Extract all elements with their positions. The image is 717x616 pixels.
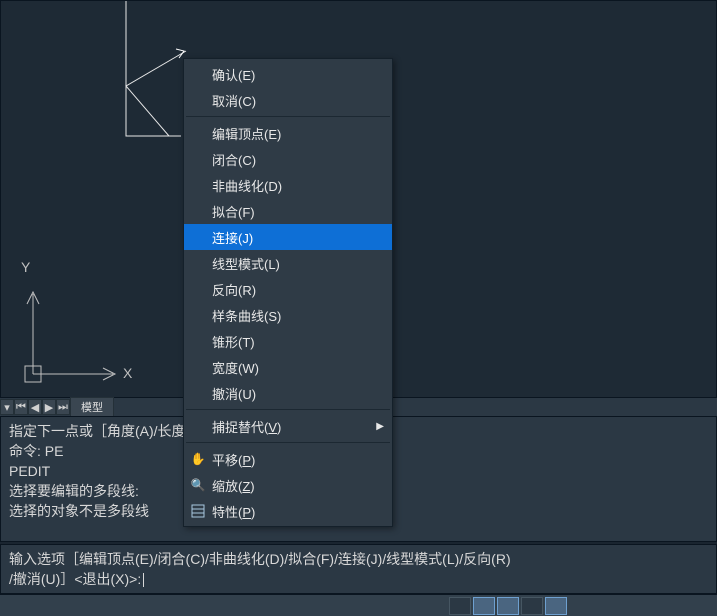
menu-pan[interactable]: ✋ 平移(P) [184, 446, 392, 472]
ucs-y-label: Y [21, 259, 31, 275]
text-caret [143, 573, 144, 587]
menu-decurve[interactable]: 非曲线化(D) [184, 172, 392, 198]
menu-separator [186, 442, 390, 443]
menu-label: 锥形(T) [212, 332, 255, 351]
tab-last-button[interactable]: ⏭ [56, 399, 70, 415]
zoom-icon: 🔍 [190, 477, 206, 493]
status-toggle-4[interactable] [521, 597, 543, 615]
menu-properties[interactable]: 特性(P) [184, 498, 392, 524]
menu-taper[interactable]: 锥形(T) [184, 328, 392, 354]
menu-label: 样条曲线(S) [212, 306, 281, 325]
menu-label: 闭合(C) [212, 150, 256, 169]
pan-icon: ✋ [190, 451, 206, 467]
tab-first-button[interactable]: ⏮ [14, 399, 28, 415]
menu-cancel[interactable]: 取消(C) [184, 87, 392, 113]
menu-undo[interactable]: 撤消(U) [184, 380, 392, 406]
menu-label: 撤消(U) [212, 384, 256, 403]
menu-close[interactable]: 闭合(C) [184, 146, 392, 172]
menu-label: 非曲线化(D) [212, 176, 282, 195]
menu-label: 确认(E) [212, 65, 255, 84]
menu-separator [186, 409, 390, 410]
pedit-context-menu: 确认(E) 取消(C) 编辑顶点(E) 闭合(C) 非曲线化(D) 拟合(F) … [183, 58, 393, 527]
command-prompt[interactable]: 输入选项［编辑顶点(E)/闭合(C)/非曲线化(D)/拟合(F)/连接(J)/线… [0, 544, 717, 594]
menu-snap-overrides[interactable]: 捕捉替代(V) ▶ [184, 413, 392, 439]
menu-fit[interactable]: 拟合(F) [184, 198, 392, 224]
menu-label: 拟合(F) [212, 202, 255, 221]
status-toggle-1[interactable] [449, 597, 471, 615]
menu-edit-vertex[interactable]: 编辑顶点(E) [184, 120, 392, 146]
menu-label: 编辑顶点(E) [212, 124, 281, 143]
chevron-right-icon: ▶ [376, 421, 384, 432]
status-toggle-2[interactable] [473, 597, 495, 615]
menu-spline[interactable]: 样条曲线(S) [184, 302, 392, 328]
status-toggle-3[interactable] [497, 597, 519, 615]
menu-label: 取消(C) [212, 91, 256, 110]
status-buttons [449, 597, 567, 615]
menu-label: 平移(P) [212, 450, 255, 469]
menu-label: 缩放(Z) [212, 476, 255, 495]
menu-label: 捕捉替代(V) [212, 417, 281, 436]
menu-label: 宽度(W) [212, 358, 259, 377]
tab-dropdown-button[interactable]: ▾ [0, 399, 14, 415]
menu-confirm[interactable]: 确认(E) [184, 61, 392, 87]
status-bar [0, 594, 717, 616]
tab-next-button[interactable]: ▶ [42, 399, 56, 415]
prompt-text-1: 输入选项［编辑顶点(E)/闭合(C)/非曲线化(D)/拟合(F)/连接(J)/线… [9, 551, 511, 567]
menu-label: 特性(P) [212, 502, 255, 521]
tab-prev-button[interactable]: ◀ [28, 399, 42, 415]
menu-zoom[interactable]: 🔍 缩放(Z) [184, 472, 392, 498]
menu-label: 连接(J) [212, 228, 253, 247]
tab-model[interactable]: 模型 [70, 397, 114, 417]
cmd-line: PEDIT [9, 463, 50, 479]
properties-icon [190, 503, 206, 519]
menu-reverse[interactable]: 反向(R) [184, 276, 392, 302]
menu-label: 反向(R) [212, 280, 256, 299]
prompt-text-2: /撤消(U)］<退出(X)>: [9, 571, 141, 587]
menu-join[interactable]: 连接(J) [184, 224, 392, 250]
menu-separator [186, 116, 390, 117]
cmd-line: 选择要编辑的多段线: [9, 483, 139, 499]
menu-width[interactable]: 宽度(W) [184, 354, 392, 380]
ucs-x-label: X [123, 365, 133, 381]
cmd-line: 命令: PE [9, 443, 63, 459]
menu-ltgen[interactable]: 线型模式(L) [184, 250, 392, 276]
ucs-icon: Y X [13, 254, 133, 387]
menu-label: 线型模式(L) [212, 254, 280, 273]
status-toggle-5[interactable] [545, 597, 567, 615]
